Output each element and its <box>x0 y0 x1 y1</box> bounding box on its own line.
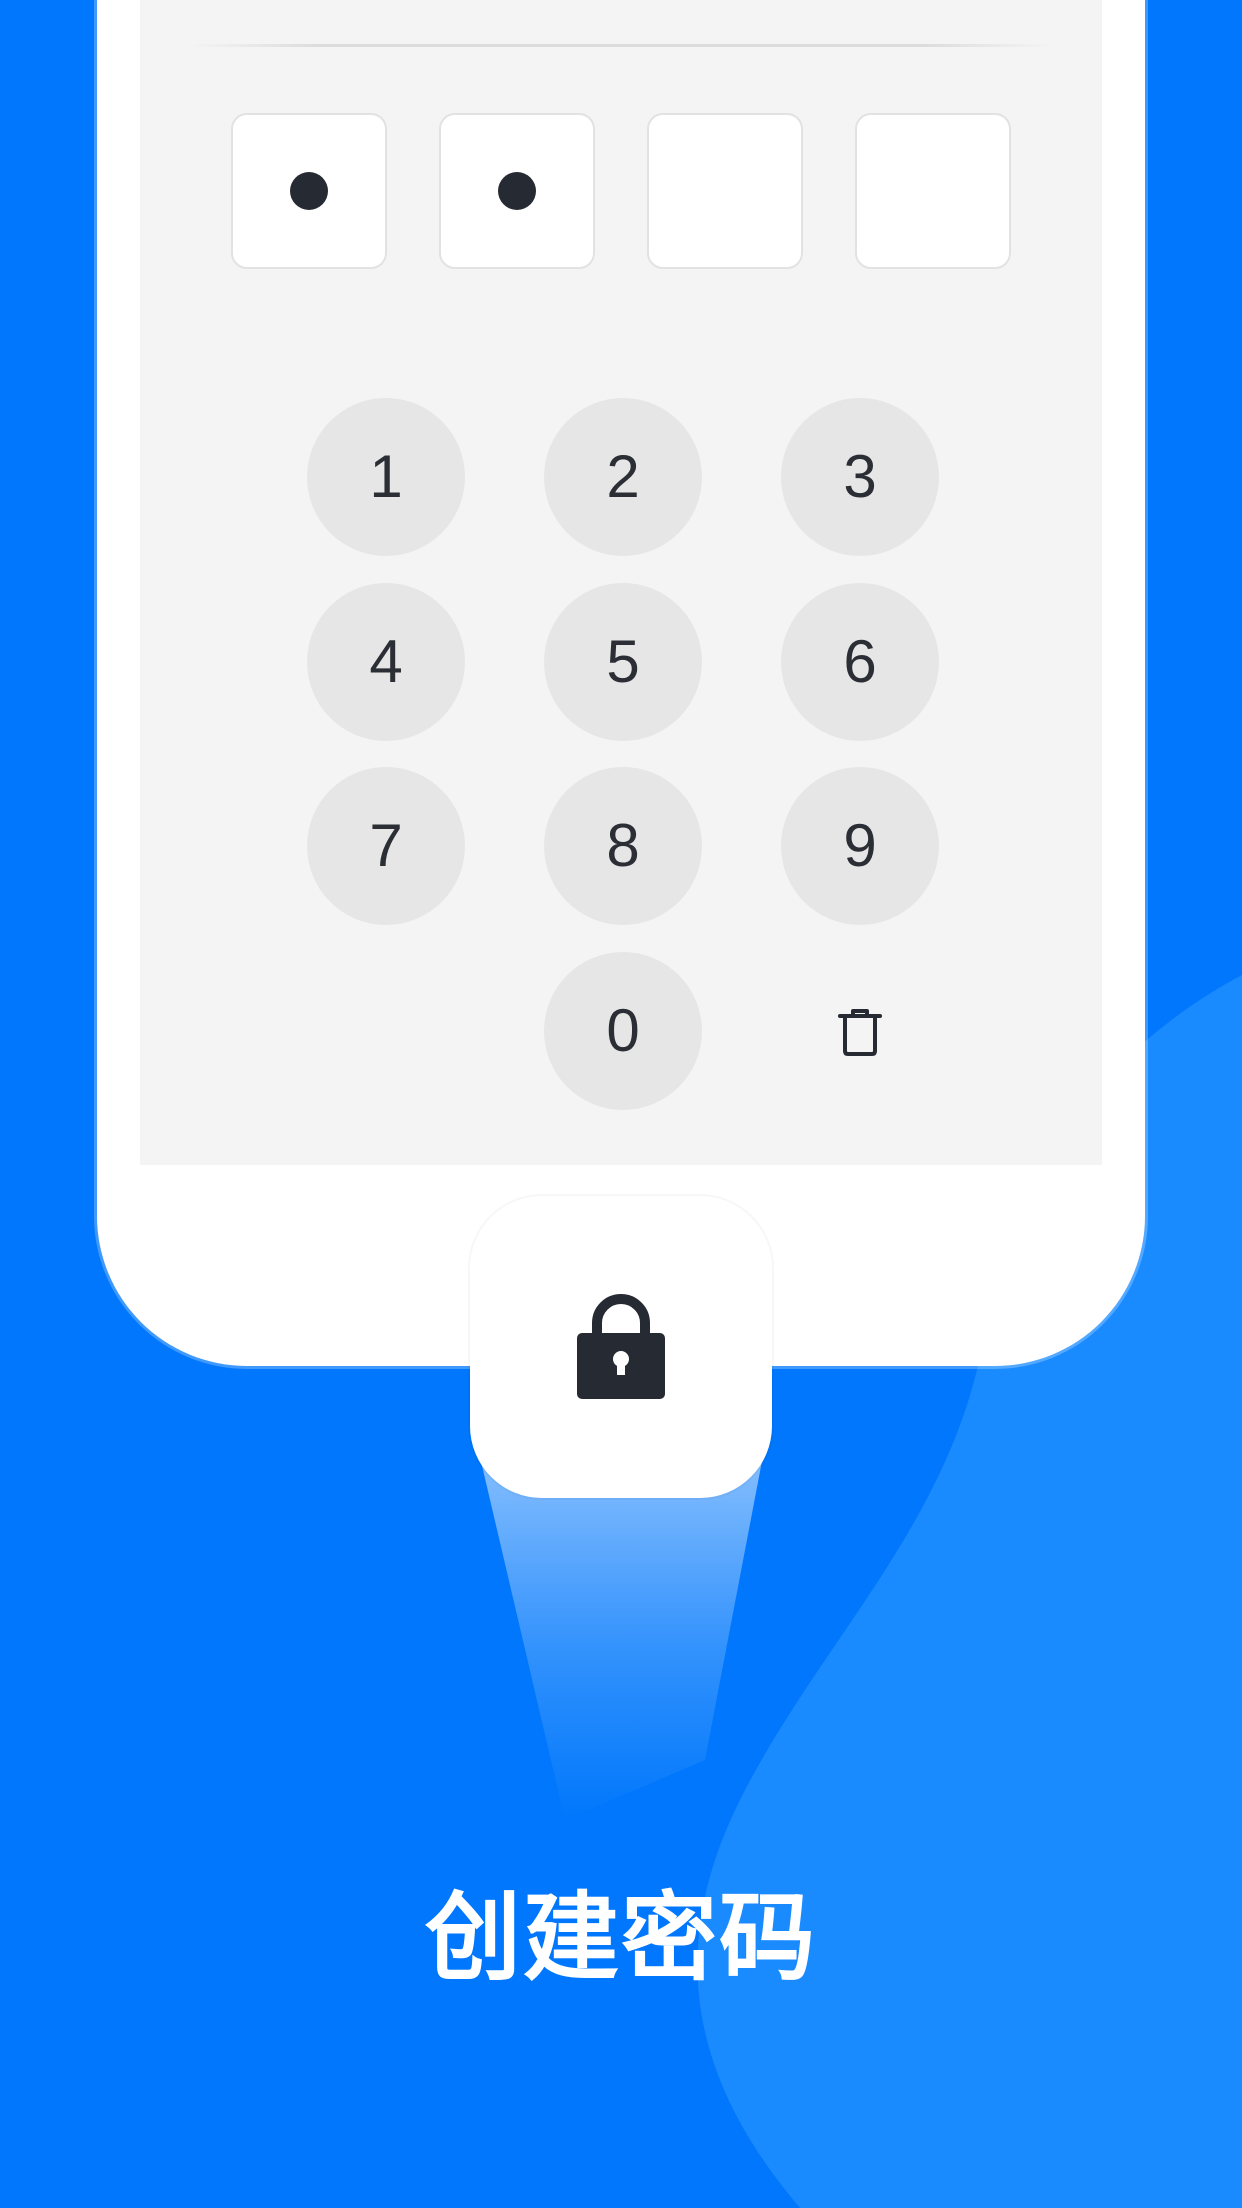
key-1[interactable]: 1 <box>307 398 465 556</box>
pin-dot <box>290 172 328 210</box>
key-8[interactable]: 8 <box>544 767 702 925</box>
lock-tab <box>470 1196 772 1498</box>
pin-dot <box>498 172 536 210</box>
key-5[interactable]: 5 <box>544 583 702 741</box>
key-2[interactable]: 2 <box>544 398 702 556</box>
onboarding-screen: 1 2 3 4 5 6 7 8 9 0 创建密码 <box>0 0 1242 2208</box>
key-6[interactable]: 6 <box>781 583 939 741</box>
pin-box-2 <box>439 113 595 269</box>
trash-icon <box>838 1009 882 1056</box>
pin-box-1 <box>231 113 387 269</box>
delete-button[interactable] <box>781 953 939 1111</box>
lock-icon <box>577 1294 665 1399</box>
key-4[interactable]: 4 <box>307 583 465 741</box>
pin-box-3 <box>647 113 803 269</box>
phone-screen: 1 2 3 4 5 6 7 8 9 0 <box>140 0 1102 1165</box>
key-0[interactable]: 0 <box>544 952 702 1110</box>
divider <box>190 44 1052 47</box>
key-7[interactable]: 7 <box>307 767 465 925</box>
caption-title: 创建密码 <box>425 1882 817 1994</box>
key-9[interactable]: 9 <box>781 767 939 925</box>
key-3[interactable]: 3 <box>781 398 939 556</box>
pin-box-4 <box>855 113 1011 269</box>
